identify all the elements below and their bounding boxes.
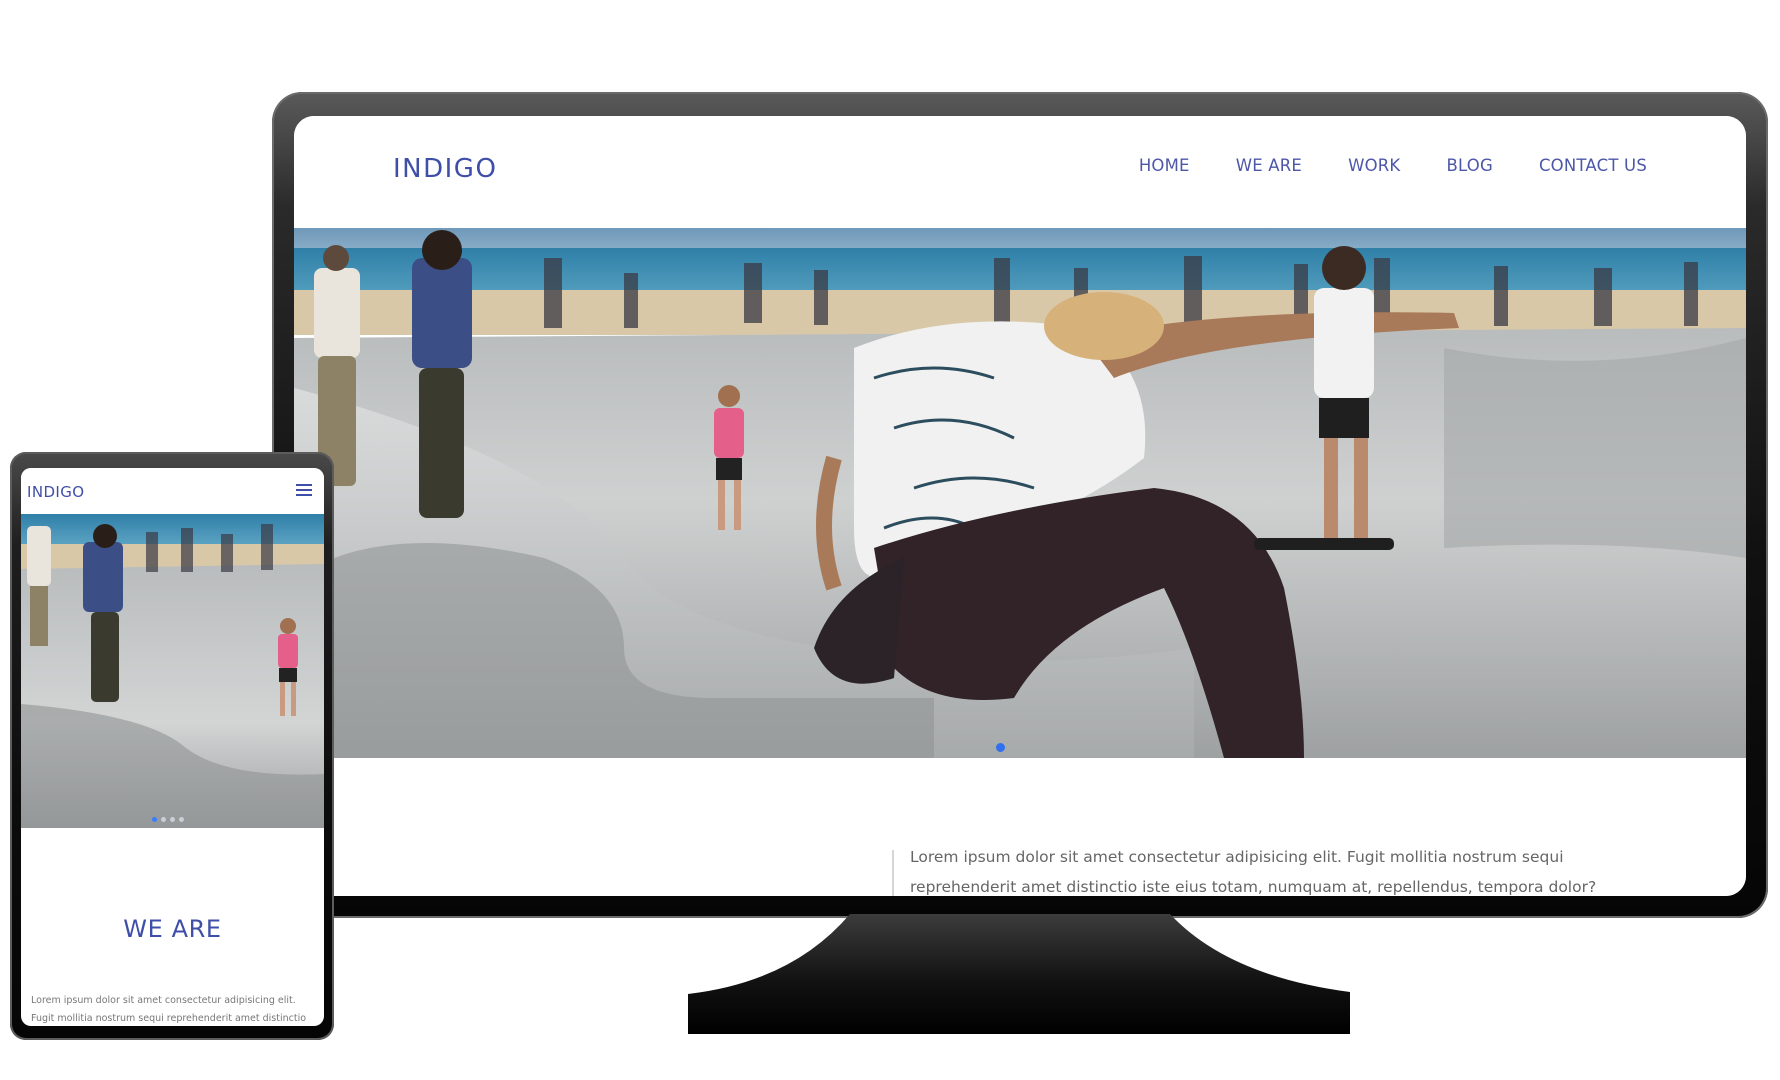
mobile-intro-paragraph: Lorem ipsum dolor sit amet consectetur a… [31,995,307,1024]
desktop-intro-section: Lorem ipsum dolor sit amet consectetur a… [294,758,1746,896]
mobile-site-header: INDIGO [21,468,324,514]
mobile-carousel-dots [152,817,184,822]
intro-paragraph: Lorem ipsum dolor sit amet consectetur a… [910,848,1597,896]
mobile-skatepark-photo [21,514,324,828]
nav-item-we-are[interactable]: WE ARE [1236,156,1302,175]
mobile-hero-image [21,514,324,828]
skatepark-photo [294,228,1746,758]
section-title-we-are: WE ARE [123,915,222,943]
nav-item-work[interactable]: WORK [1348,156,1400,175]
desktop-screen: INDIGO HOME WE ARE WORK BLOG CONTACT US [294,116,1746,896]
site-logo[interactable]: INDIGO [393,154,497,184]
nav-item-contact-us[interactable]: CONTACT US [1539,156,1647,175]
carousel-dot-2[interactable] [161,817,166,822]
carousel-dot-4[interactable] [179,817,184,822]
mobile-screen: INDIGO WE ARE Lorem ipsum dolor sit amet… [21,468,324,1026]
hamburger-icon[interactable] [296,483,312,497]
desktop-monitor-stand [688,914,1350,1034]
carousel-dot-3[interactable] [170,817,175,822]
hero-carousel-image [294,228,1746,758]
main-nav: HOME WE ARE WORK BLOG CONTACT US [1139,156,1647,175]
mobile-site-logo[interactable]: INDIGO [27,483,84,501]
nav-item-blog[interactable]: BLOG [1446,156,1493,175]
carousel-dot-active[interactable] [996,743,1005,752]
nav-item-home[interactable]: HOME [1139,156,1190,175]
carousel-dot-1[interactable] [152,817,157,822]
desktop-site-header: INDIGO HOME WE ARE WORK BLOG CONTACT US [294,116,1746,228]
quote-bar [892,850,894,896]
